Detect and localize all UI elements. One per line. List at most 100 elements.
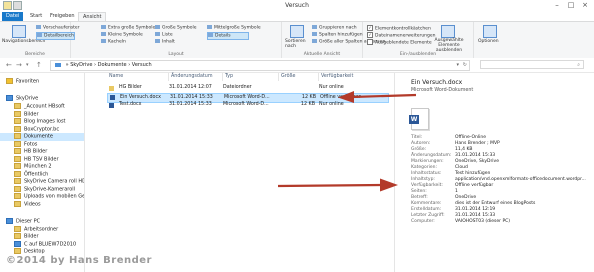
nav-item-label: München 2 [24, 163, 52, 170]
cell-type: Dateiordner [223, 85, 252, 90]
breadcrumb-documents[interactable]: Dokumente [98, 62, 127, 68]
column-header-size[interactable]: Größe [279, 73, 319, 81]
preview-icon [36, 25, 41, 29]
breadcrumb-skydrive[interactable]: SkyDrive [70, 62, 92, 68]
show-hide-group-label: Ein-/ausblenden [399, 52, 437, 57]
layout-small-icons[interactable]: Kleine Symbole [101, 32, 143, 38]
maximize-icon[interactable]: □ [564, 0, 578, 10]
folder-icon [14, 163, 21, 169]
nav-item[interactable]: Dokumente [0, 133, 84, 141]
star-icon [6, 78, 13, 84]
layout-content[interactable]: Inhalt [155, 39, 175, 45]
cloud-icon [6, 95, 13, 101]
layout-list[interactable]: Liste [155, 32, 173, 38]
nav-item[interactable]: Blog Images lost [0, 118, 84, 126]
address-field[interactable]: » SkyDrive › Dokumente › Versuch ▾ ↻ [50, 60, 470, 71]
nav-item[interactable]: Videos [0, 200, 84, 209]
xl-icons-icon [101, 25, 106, 29]
layout-tiles[interactable]: Kacheln [101, 39, 126, 45]
nav-item[interactable]: SkyDrive-Kameraroll [0, 185, 84, 194]
layout-medium-icons[interactable]: Mittelgroße Symbole [207, 25, 261, 31]
navigation-pane-icon[interactable] [12, 25, 26, 38]
minimize-icon[interactable]: – [550, 0, 564, 10]
current-view-group-label: Aktuelle Ansicht [303, 52, 341, 57]
search-input[interactable]: ⌕ [480, 60, 584, 69]
property-value[interactable]: Offline verfügbar [455, 183, 493, 189]
layout-label: Liste [162, 32, 173, 38]
nav-item[interactable]: Fotos [0, 140, 84, 149]
extensions-toggle[interactable]: ✓ Dateinamenerweiterungen [367, 32, 436, 39]
search-icon: ⌕ [577, 62, 580, 68]
options-button[interactable]: Optionen [478, 39, 499, 44]
layout-details[interactable]: Details [207, 32, 249, 40]
nav-item-label: Arbeitsordner [24, 226, 59, 232]
recent-locations-icon[interactable]: ▾ [26, 62, 29, 68]
window-title: Versuch [285, 2, 309, 9]
folder-icon [14, 118, 21, 124]
checkbox-label: Dateinamenerweiterungen [375, 33, 436, 39]
close-icon[interactable]: × [578, 0, 592, 10]
hidden-items-toggle[interactable]: Ausgeblendete Elemente [367, 39, 432, 46]
hide-selected-button[interactable]: Ausgewählte Elemente ausblenden [429, 38, 469, 53]
column-header-availability[interactable]: Verfügbarkeit [319, 73, 379, 81]
checkbox-icon [367, 39, 373, 45]
ribbon-tabs: Datei Start Freigeben Ansicht [0, 11, 594, 22]
nav-item[interactable]: Arbeitsordner [0, 225, 84, 234]
nav-item[interactable]: Favoriten [0, 78, 84, 86]
nav-item-label: Videos [24, 201, 41, 207]
item-checkboxes-toggle[interactable]: ✓ Elementkontrollkästchen [367, 25, 431, 32]
property-label: Computer: [411, 219, 435, 224]
panes-group-label: Bereiche [25, 52, 45, 57]
group-icon [312, 25, 317, 29]
panes-group: Navigationsbereich Vorschaufenster Detai… [0, 22, 80, 58]
nav-item[interactable]: Uploads von mobilen Geräten [0, 193, 84, 201]
column-header-date[interactable]: Änderungsdatum [169, 73, 223, 81]
nav-item[interactable]: BoxCryptor.bc [0, 125, 84, 134]
up-icon[interactable]: ↑ [36, 61, 42, 69]
hide-selected-icon[interactable] [441, 25, 455, 38]
nav-item[interactable]: Dieser PC [0, 218, 84, 226]
layout-large-icons[interactable]: Große Symbole [155, 25, 197, 31]
layout-label: Inhalt [162, 39, 175, 45]
breadcrumb-versuch[interactable]: Versuch [132, 62, 152, 68]
nav-item[interactable]: Bilder [0, 233, 84, 241]
nav-item[interactable]: Öffentlich [0, 170, 84, 179]
nav-item[interactable]: Bilder [0, 110, 84, 119]
dropdown-icon[interactable]: ▾ [456, 61, 459, 70]
forward-icon[interactable]: → [16, 61, 22, 69]
cell-date: 31.01.2014 12:07 [169, 85, 212, 90]
property-value[interactable]: VAIOHOST03 (dieser PC) [455, 219, 510, 225]
nav-item-label: SkyDrive Camera roll HD [24, 178, 85, 185]
nav-item[interactable]: HB TSV Bilder [0, 155, 84, 164]
nav-item[interactable]: SkyDrive [0, 95, 84, 103]
tab-file[interactable]: Datei [2, 12, 24, 21]
nav-item[interactable]: München 2 [0, 163, 84, 171]
nav-item[interactable]: SkyDrive Camera roll HD [0, 178, 85, 186]
details-pane-button[interactable]: Detailbereich [36, 32, 75, 40]
tab-share[interactable]: Freigeben [46, 12, 79, 21]
navigation-pane-button[interactable]: Navigationsbereich [2, 39, 45, 44]
options-icon[interactable] [483, 25, 497, 38]
tab-start[interactable]: Start [26, 12, 46, 21]
nav-item[interactable]: _Account HBsoft [0, 103, 84, 111]
refresh-icon[interactable]: ↻ [463, 61, 467, 70]
word-doc-icon [109, 102, 114, 108]
folder-icon [14, 140, 21, 147]
nav-item[interactable]: HB Bilder [0, 148, 84, 156]
word-doc-icon [110, 95, 115, 100]
show-hide-group: ✓ Elementkontrollkästchen ✓ Dateinamenerwe… [363, 22, 474, 58]
drive-icon [14, 240, 21, 247]
column-header-name[interactable]: Name [107, 73, 169, 81]
nav-item[interactable]: C auf BLUEW7D2010 [0, 240, 84, 249]
sort-icon[interactable] [290, 25, 304, 38]
add-columns-button[interactable]: Spalten hinzufügen [312, 32, 363, 38]
list-icon [155, 32, 160, 36]
nav-item-label: SkyDrive [16, 95, 39, 102]
sort-button[interactable]: Sortieren nach [285, 39, 309, 49]
column-header-type[interactable]: Typ [223, 73, 279, 81]
back-icon[interactable]: ← [6, 61, 12, 69]
group-by-button[interactable]: Gruppieren nach [312, 25, 357, 31]
details-pane-icon [37, 33, 42, 37]
nav-item-label: Blog Images lost [24, 118, 66, 125]
layout-xl-icons[interactable]: Extra große Symbole [101, 25, 155, 31]
